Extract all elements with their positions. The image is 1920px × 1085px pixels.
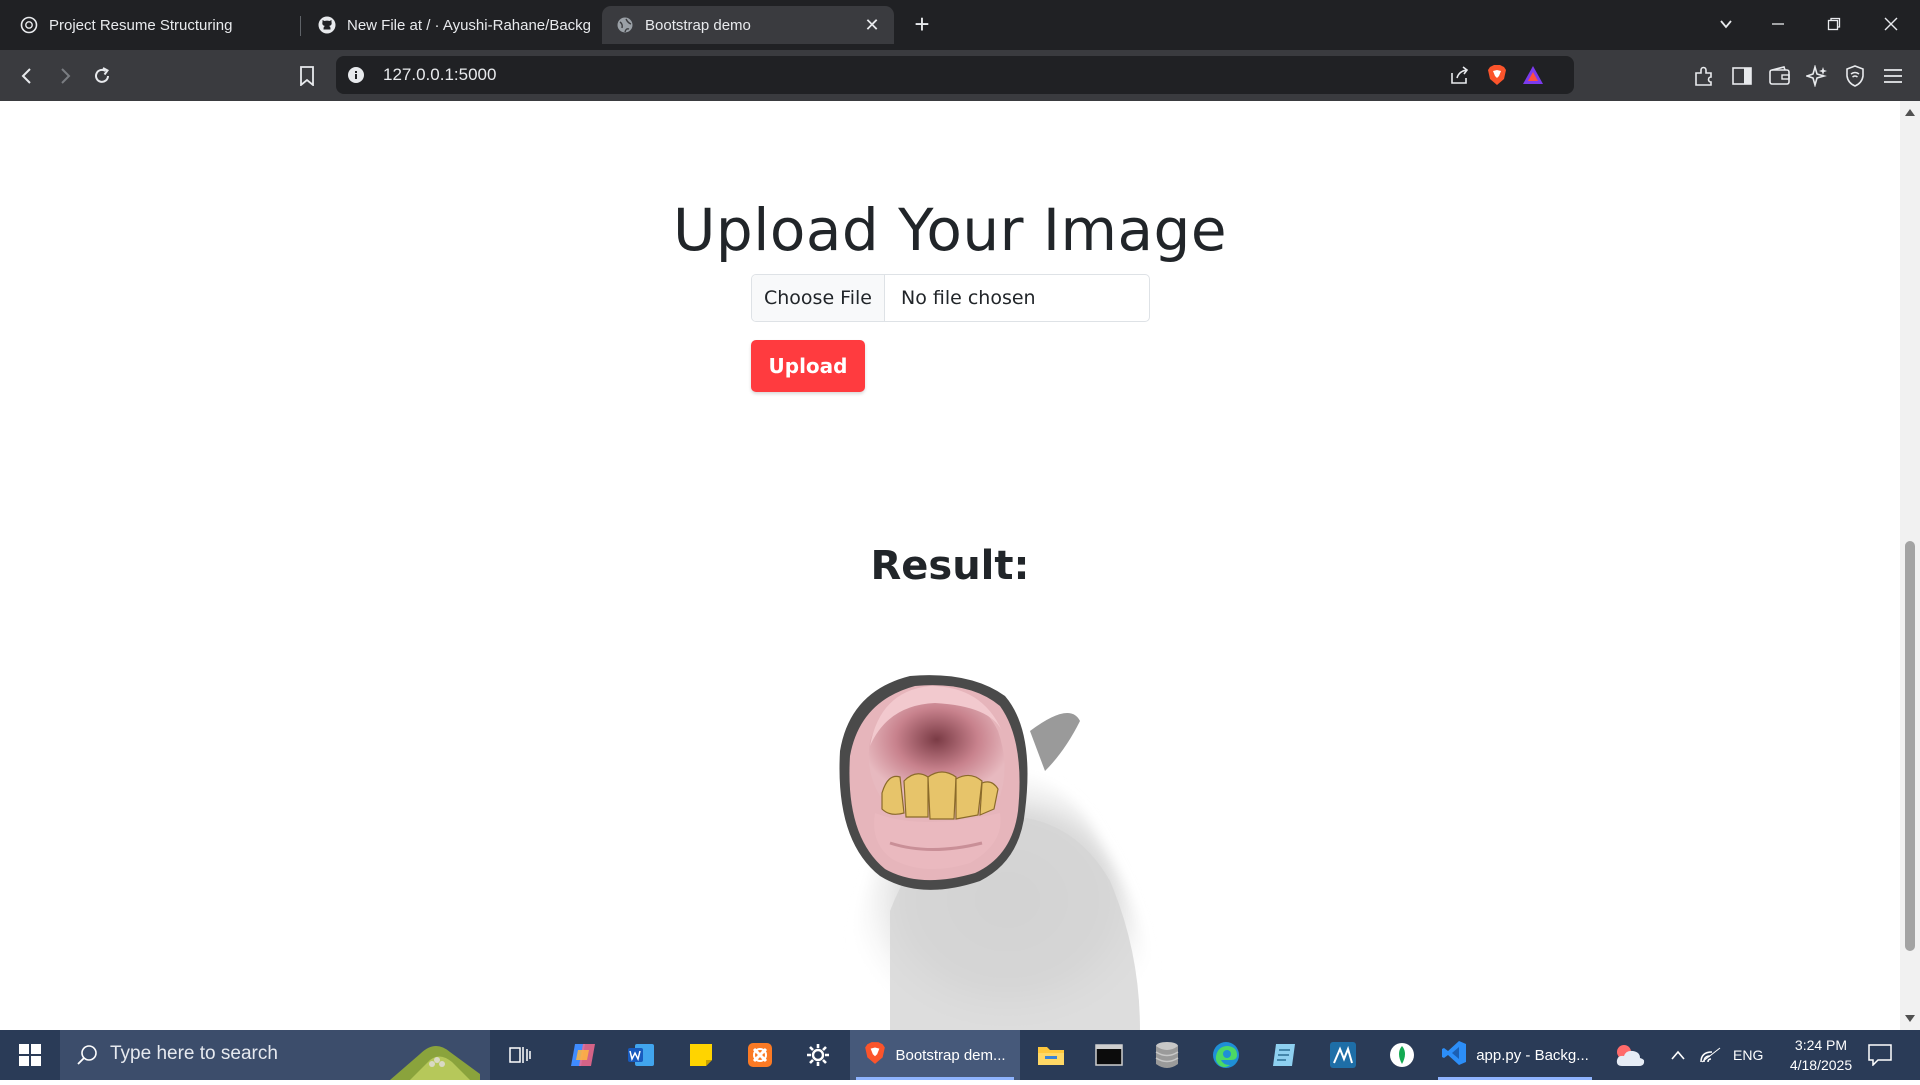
file-explorer-icon[interactable]	[1028, 1030, 1074, 1080]
tab-separator	[300, 16, 301, 36]
browser-toolbar: 127.0.0.1:5000	[0, 50, 1920, 101]
mongodb-compass-icon[interactable]	[1379, 1030, 1425, 1080]
close-window-icon[interactable]	[1879, 12, 1903, 36]
sticky-notes-icon[interactable]	[678, 1030, 724, 1080]
extensions-icon[interactable]	[1691, 63, 1717, 89]
brave-shields-icon[interactable]	[1487, 64, 1507, 91]
browser-tab-bar: Project Resume Structuring New File at /…	[0, 0, 1920, 50]
taskbar-app-label: app.py - Backg...	[1476, 1046, 1589, 1064]
clock-date: 4/18/2025	[1789, 1057, 1853, 1073]
leo-ai-icon[interactable]	[1804, 63, 1830, 89]
site-info-icon[interactable]	[348, 67, 364, 88]
task-view-icon[interactable]	[500, 1030, 540, 1080]
restore-icon[interactable]	[1822, 12, 1846, 36]
search-icon	[76, 1044, 98, 1071]
tab-title: Bootstrap demo	[645, 16, 751, 34]
notification-icon[interactable]	[1868, 1030, 1892, 1080]
edge-icon[interactable]	[1203, 1030, 1249, 1080]
brave-rewards-icon[interactable]	[1522, 65, 1544, 90]
choose-file-button[interactable]: Choose File	[752, 275, 885, 321]
search-highlight-icon	[390, 1034, 480, 1085]
notepad-icon[interactable]	[1261, 1030, 1307, 1080]
tab-project-resume[interactable]: Project Resume Structuring	[6, 6, 296, 44]
tab-search-chevron-icon[interactable]	[1714, 12, 1738, 36]
menu-icon[interactable]	[1880, 63, 1906, 89]
weather-icon[interactable]	[1614, 1030, 1646, 1080]
mysql-workbench-icon[interactable]	[1320, 1030, 1366, 1080]
forward-icon[interactable]	[52, 63, 78, 89]
url-text: 127.0.0.1:5000	[383, 65, 497, 84]
bookmark-icon[interactable]	[294, 63, 320, 89]
database-icon[interactable]	[1144, 1030, 1190, 1080]
xampp-icon[interactable]	[737, 1030, 783, 1080]
result-image	[839, 675, 1160, 1030]
clock-time: 3:24 PM	[1794, 1037, 1848, 1053]
system-clock[interactable]: 3:24 PM 4/18/2025	[1776, 1035, 1866, 1075]
scroll-down-icon[interactable]	[1905, 1015, 1915, 1022]
upload-button[interactable]: Upload	[751, 340, 865, 392]
address-bar[interactable]: 127.0.0.1:5000	[336, 56, 1574, 94]
terminal-icon[interactable]	[1086, 1030, 1132, 1080]
tab-bootstrap-demo[interactable]: Bootstrap demo ✕	[602, 6, 894, 44]
settings-gear-icon[interactable]	[795, 1030, 841, 1080]
show-hidden-icons-chevron-icon[interactable]	[1670, 1030, 1686, 1080]
vscode-icon	[1441, 1040, 1467, 1071]
new-tab-button[interactable]: +	[912, 11, 932, 37]
tab-github-new-file[interactable]: New File at / · Ayushi-Rahane/Backg	[304, 6, 594, 44]
page-scrollbar[interactable]	[1900, 101, 1920, 1030]
windows-taskbar: Type here to search Bootstrap dem... app…	[0, 1030, 1920, 1080]
taskbar-app-label: Bootstrap dem...	[895, 1046, 1006, 1064]
back-icon[interactable]	[14, 63, 40, 89]
taskbar-app-vscode[interactable]: app.py - Backg...	[1432, 1030, 1598, 1080]
tab-title: Project Resume Structuring	[49, 16, 233, 34]
tab-title: New File at / · Ayushi-Rahane/Backg	[347, 16, 592, 34]
copilot-icon[interactable]	[560, 1030, 606, 1080]
windows-start-icon[interactable]	[0, 1030, 60, 1080]
wifi-icon[interactable]	[1700, 1030, 1722, 1080]
page-content: Upload Your Image Choose File No file ch…	[0, 101, 1900, 1030]
scroll-up-icon[interactable]	[1905, 109, 1915, 116]
page-title: Upload Your Image	[672, 196, 1228, 264]
openai-icon	[20, 16, 38, 34]
reload-icon[interactable]	[89, 63, 115, 89]
search-placeholder: Type here to search	[110, 1043, 278, 1064]
taskbar-app-brave[interactable]: Bootstrap dem...	[850, 1030, 1020, 1080]
sidebar-icon[interactable]	[1729, 63, 1755, 89]
scrollbar-thumb[interactable]	[1905, 541, 1915, 951]
wallet-icon[interactable]	[1767, 63, 1793, 89]
file-input[interactable]: Choose File No file chosen	[751, 274, 1150, 322]
globe-icon	[616, 16, 634, 34]
taskbar-search-box[interactable]: Type here to search	[60, 1030, 490, 1080]
share-icon[interactable]	[1450, 65, 1470, 90]
brave-icon	[864, 1041, 886, 1070]
minimize-icon[interactable]	[1766, 12, 1790, 36]
vpn-shield-icon[interactable]	[1842, 63, 1868, 89]
language-indicator[interactable]: ENG	[1733, 1030, 1763, 1080]
close-tab-icon[interactable]: ✕	[862, 15, 882, 35]
file-status-text: No file chosen	[901, 287, 1036, 309]
github-icon	[318, 16, 336, 34]
word-icon[interactable]	[618, 1030, 664, 1080]
